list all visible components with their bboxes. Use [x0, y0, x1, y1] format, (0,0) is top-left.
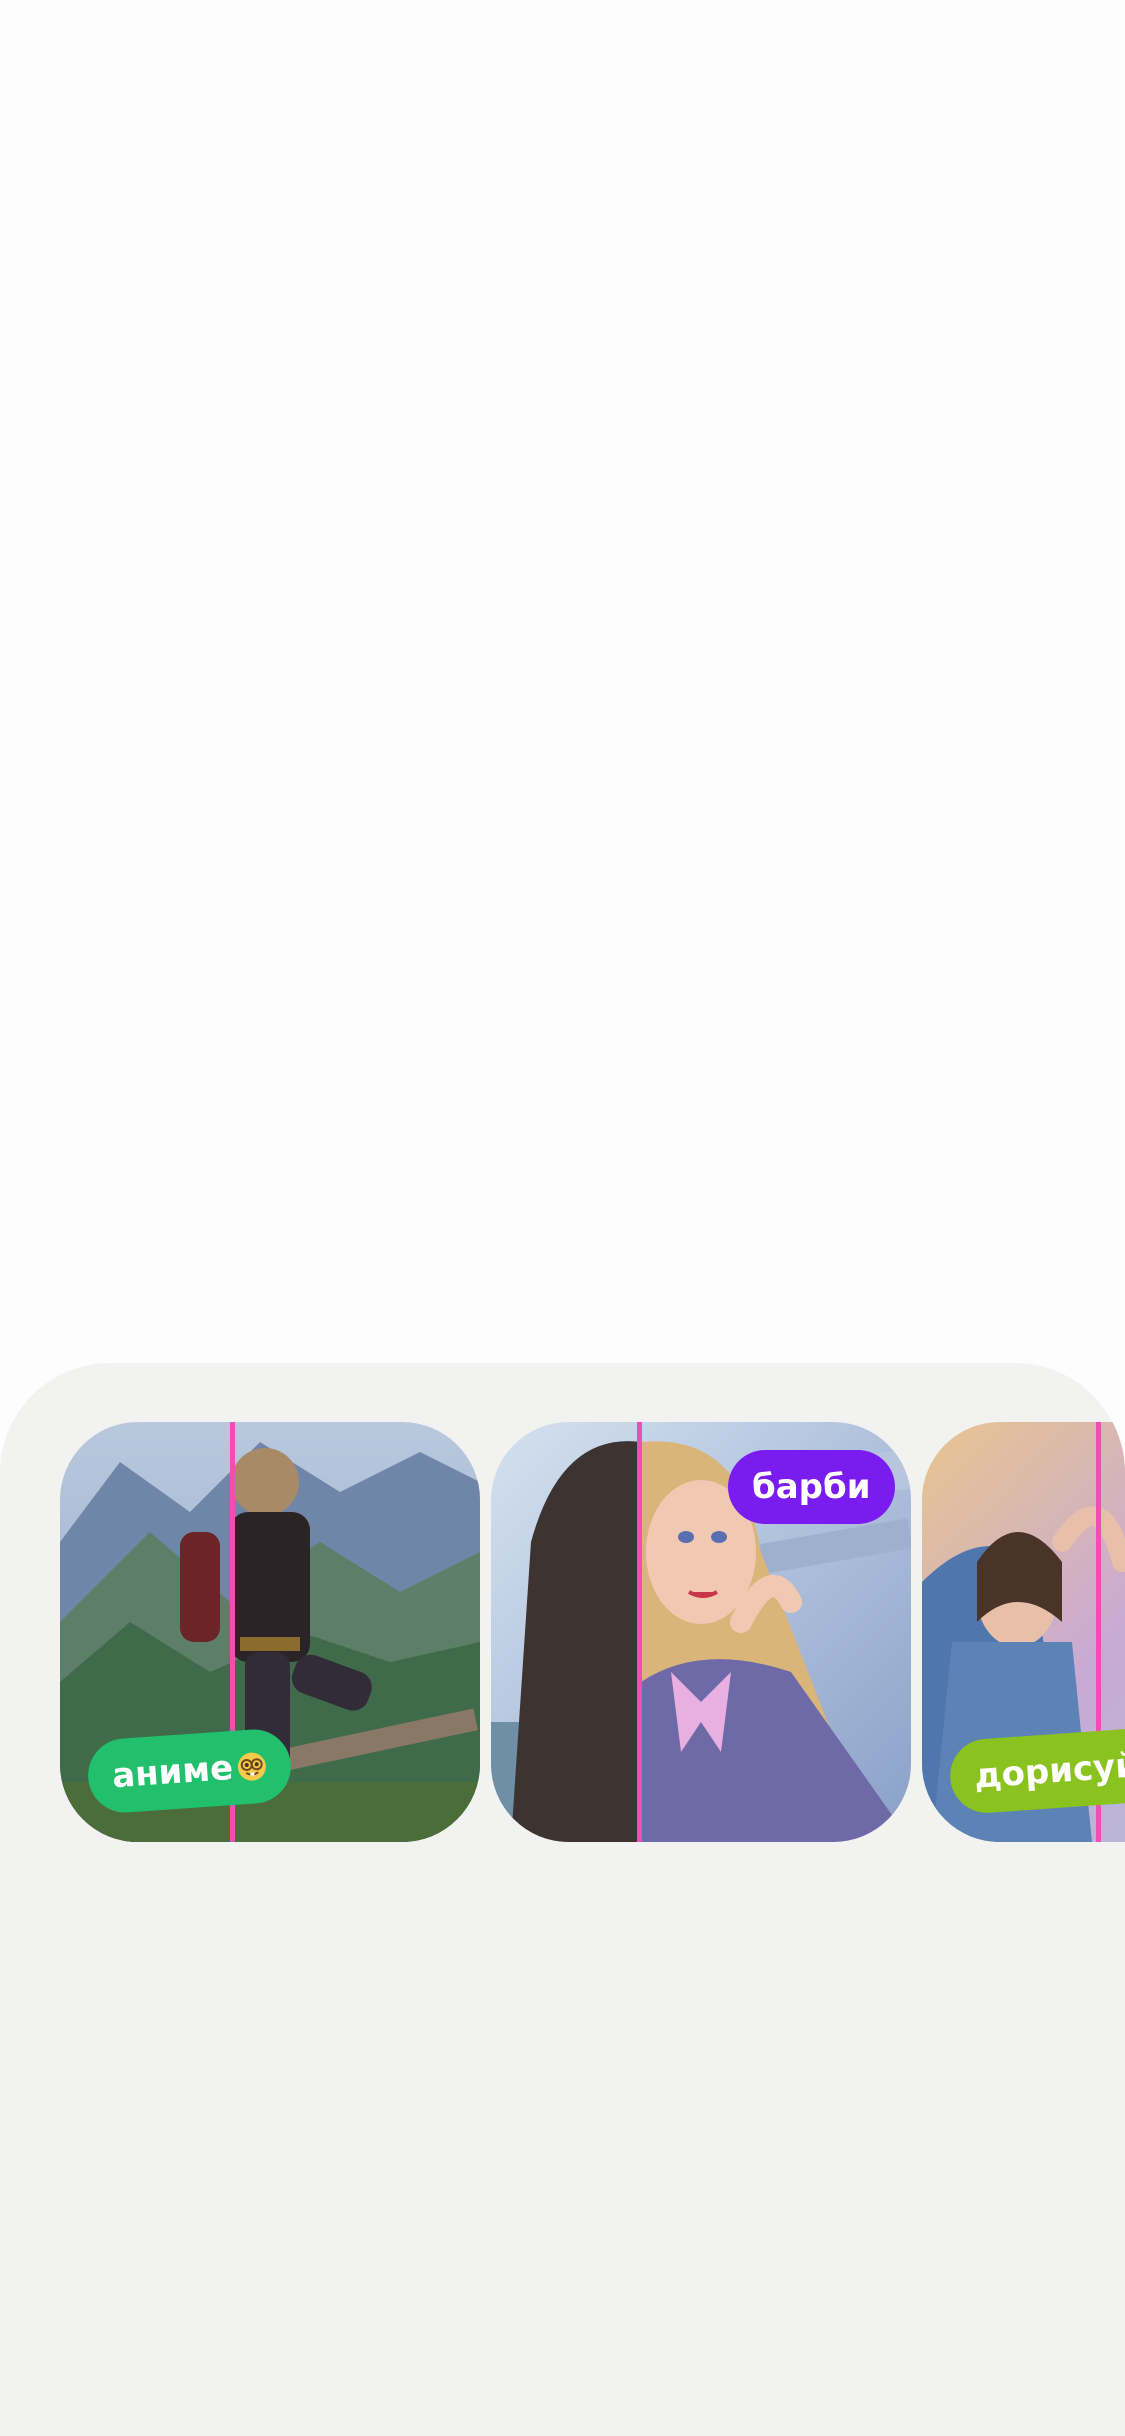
- nerd-face-emoji: [237, 1752, 266, 1781]
- filter-label-text: барби: [752, 1467, 871, 1507]
- app-screen: аниме барби дорисуй: [0, 0, 1125, 2436]
- filter-label-dorisuy: дорисуй: [947, 1726, 1125, 1816]
- filter-card-anime[interactable]: аниме: [60, 1422, 480, 1842]
- before-after-divider[interactable]: [637, 1422, 642, 1842]
- filter-label-text: аниме: [110, 1748, 235, 1797]
- filters-sheet: аниме барби дорисуй: [0, 1363, 1125, 2436]
- filter-label-barbie: барби: [728, 1450, 895, 1524]
- filter-label-anime: аниме: [85, 1727, 294, 1815]
- filter-label-text: дорисуй: [972, 1745, 1125, 1797]
- filter-carousel[interactable]: аниме барби дорисуй: [0, 1422, 1125, 1846]
- filter-card-dorisuy[interactable]: дорисуй: [922, 1422, 1125, 1842]
- filter-card-barbie[interactable]: барби: [491, 1422, 911, 1842]
- empty-content-area: [0, 0, 1125, 1363]
